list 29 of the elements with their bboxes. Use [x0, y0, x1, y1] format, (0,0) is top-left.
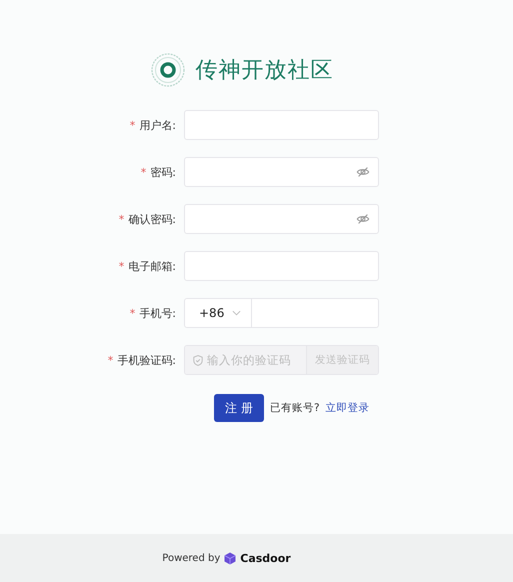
- required-mark: *: [130, 306, 136, 320]
- register-button[interactable]: 注 册: [214, 394, 264, 422]
- password-field[interactable]: [184, 204, 379, 234]
- logo-icon: [150, 52, 186, 88]
- field-label: 手机号:: [139, 306, 176, 320]
- required-mark: *: [118, 260, 124, 272]
- required-mark: *: [108, 354, 114, 366]
- eye-slash-icon[interactable]: [356, 212, 370, 226]
- input-field[interactable]: [184, 110, 379, 140]
- field-label: 确认密码:: [128, 212, 176, 226]
- password-field[interactable]: [184, 157, 379, 187]
- cube-icon: [224, 552, 236, 564]
- powered-by-text: Powered by: [162, 552, 220, 564]
- field-label: 电子邮箱:: [128, 258, 176, 274]
- brand-name: Casdoor: [240, 552, 291, 564]
- input-field[interactable]: [184, 251, 379, 281]
- required-mark: *: [118, 212, 124, 226]
- login-link[interactable]: 立即登录: [326, 401, 370, 415]
- phone-input-field[interactable]: [252, 298, 379, 328]
- required-mark: *: [140, 166, 146, 178]
- field-label: 手机验证码:: [117, 352, 176, 368]
- required-mark: *: [130, 118, 136, 132]
- field-label: 用户名:: [139, 118, 176, 132]
- eye-slash-icon[interactable]: [356, 165, 370, 179]
- account-prompt: 已有账号?: [270, 401, 320, 415]
- country-code-select[interactable]: +86: [184, 298, 252, 328]
- field-label: 密码:: [150, 164, 176, 180]
- chevron-down-icon[interactable]: [232, 310, 241, 316]
- site-title: 传神开放社区: [196, 57, 334, 85]
